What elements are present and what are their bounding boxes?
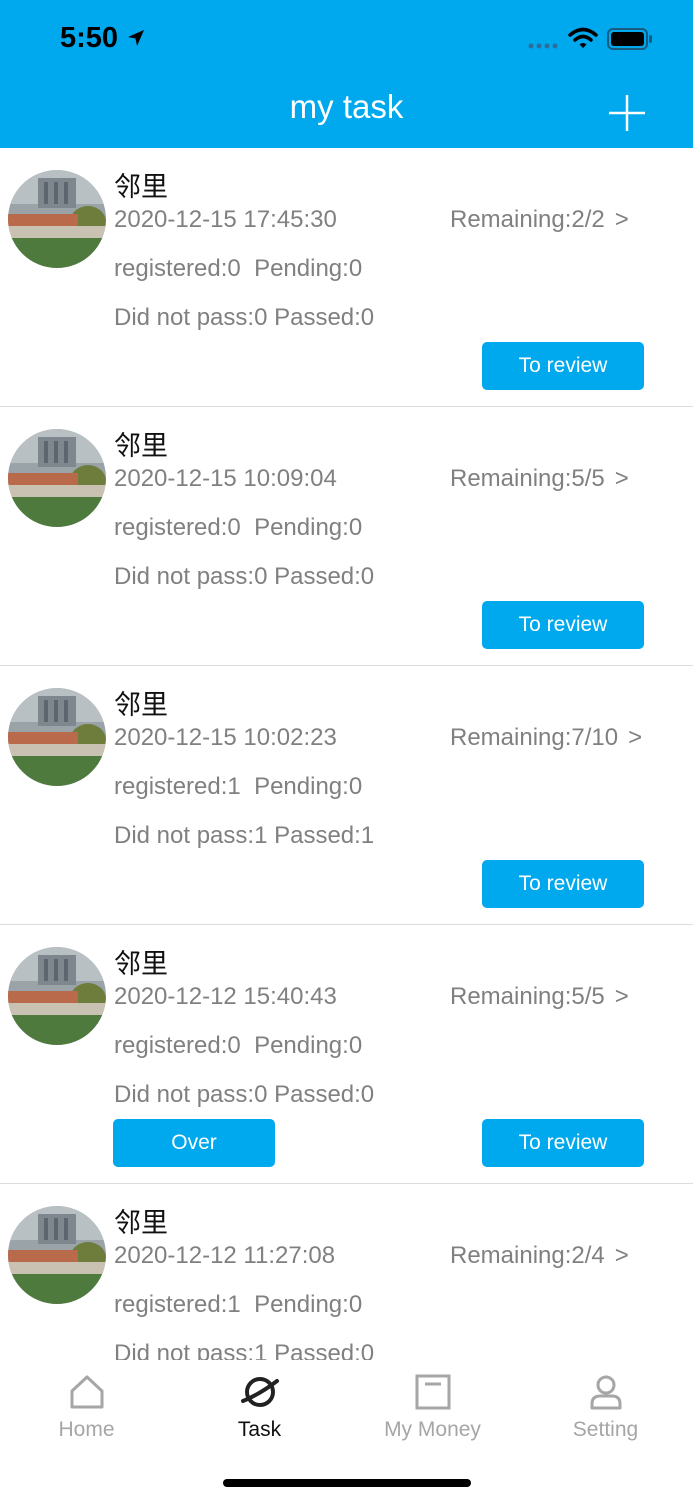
avatar (8, 1206, 106, 1304)
page-title: my task (289, 88, 404, 125)
task-stats-pass: Did not pass:1 Passed:0 (114, 1340, 375, 1360)
avatar-photo (8, 1206, 106, 1304)
task-datetime: 2020-12-15 17:45:30 (114, 206, 337, 233)
wallet-icon (415, 1374, 450, 1410)
tab-task[interactable]: Task (173, 1372, 346, 1442)
signal-icon (528, 43, 558, 49)
app-header: 5:50 my task (0, 0, 693, 148)
task-datetime: 2020-12-15 10:02:23 (114, 724, 337, 751)
task-name: 邻里 (114, 690, 168, 721)
task-remaining[interactable]: Remaining:5/5 > (450, 983, 629, 1011)
task-stats-pass: Did not pass:0 Passed:0 (114, 304, 375, 331)
remaining-count: Remaining:2/2 (450, 206, 605, 233)
avatar-photo (8, 429, 106, 527)
remaining-count: Remaining:7/10 (450, 724, 619, 751)
avatar (8, 947, 106, 1045)
tab-setting[interactable]: Setting (519, 1372, 692, 1442)
home-indicator (223, 1479, 471, 1487)
tab-setting-label: Setting (572, 1418, 639, 1441)
task-card[interactable]: 邻里 2020-12-12 11:27:08 Remaining:2/4 > re… (0, 1184, 693, 1360)
task-stats-registered-pending: registered:0 Pending:0 (114, 255, 363, 282)
task-name: 邻里 (114, 1208, 168, 1239)
location-arrow-icon (128, 30, 144, 46)
task-datetime: 2020-12-15 10:09:04 (114, 465, 337, 492)
task-stats-registered-pending: registered:0 Pending:0 (114, 1032, 363, 1059)
remaining-count: Remaining:5/5 (450, 465, 605, 492)
avatar-photo (8, 170, 106, 268)
task-name: 邻里 (114, 172, 168, 203)
task-remaining[interactable]: Remaining:7/10 > (450, 724, 642, 752)
to-review-button[interactable]: To review (482, 342, 644, 390)
task-card[interactable]: 邻里 2020-12-15 10:02:23 Remaining:7/10 > r… (0, 666, 693, 925)
add-icon[interactable] (608, 94, 646, 132)
over-button[interactable]: Over (113, 1119, 275, 1167)
chevron-right-icon: > (614, 465, 629, 492)
wifi-icon (568, 27, 598, 48)
task-card[interactable]: 邻里 2020-12-12 15:40:43 Remaining:5/5 > re… (0, 925, 693, 1184)
task-stats-pass: Did not pass:0 Passed:0 (114, 1081, 375, 1108)
chevron-right-icon: > (614, 983, 629, 1010)
task-datetime: 2020-12-12 11:27:08 (114, 1242, 336, 1269)
avatar-photo (8, 947, 106, 1045)
task-stats-pass: Did not pass:0 Passed:0 (114, 563, 375, 590)
task-name: 邻里 (114, 949, 168, 980)
remaining-count: Remaining:5/5 (450, 983, 605, 1010)
tab-home[interactable]: Home (0, 1372, 173, 1442)
tab-my-money-label: My Money (384, 1418, 481, 1441)
remaining-count: Remaining:2/4 (450, 1242, 605, 1269)
chevron-right-icon: > (628, 724, 643, 751)
task-icon (240, 1377, 279, 1407)
task-card[interactable]: 邻里 2020-12-15 17:45:30 Remaining:2/2 > re… (0, 148, 693, 407)
task-name: 邻里 (114, 431, 168, 462)
avatar (8, 688, 106, 786)
avatar (8, 170, 106, 268)
chevron-right-icon: > (614, 1242, 629, 1269)
tab-my-money[interactable]: My Money (346, 1372, 519, 1442)
task-stats-registered-pending: registered:0 Pending:0 (114, 514, 363, 541)
home-icon (70, 1375, 103, 1409)
task-remaining[interactable]: Remaining:2/2 > (450, 206, 629, 234)
to-review-button[interactable]: To review (482, 601, 644, 649)
task-stats-registered-pending: registered:1 Pending:0 (114, 1291, 363, 1318)
avatar (8, 429, 106, 527)
task-stats-pass: Did not pass:1 Passed:1 (114, 822, 375, 849)
tab-task-label: Task (237, 1418, 282, 1441)
battery-icon (607, 28, 652, 50)
task-datetime: 2020-12-12 15:40:43 (114, 983, 337, 1010)
task-stats-registered-pending: registered:1 Pending:0 (114, 773, 363, 800)
to-review-button[interactable]: To review (482, 860, 644, 908)
chevron-right-icon: > (614, 206, 629, 233)
task-remaining[interactable]: Remaining:5/5 > (450, 465, 629, 493)
status-time: 5:50 (60, 22, 119, 54)
to-review-button[interactable]: To review (482, 1119, 644, 1167)
task-list[interactable]: 邻里 2020-12-15 17:45:30 Remaining:2/2 > re… (0, 148, 693, 1360)
person-icon (590, 1375, 621, 1410)
tab-home-label: Home (58, 1418, 115, 1441)
task-remaining[interactable]: Remaining:2/4 > (450, 1242, 629, 1270)
task-card[interactable]: 邻里 2020-12-15 10:09:04 Remaining:5/5 > re… (0, 407, 693, 666)
avatar-photo (8, 688, 106, 786)
